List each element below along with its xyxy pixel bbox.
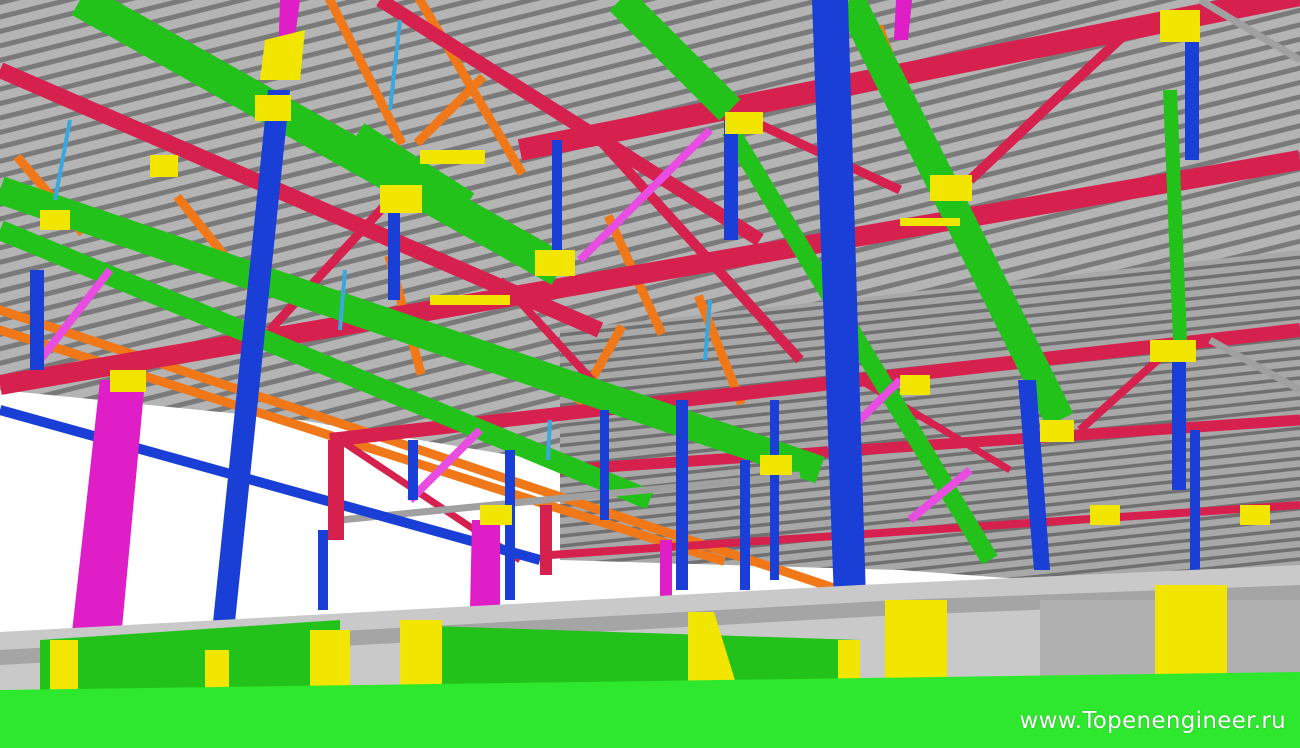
steel-structure-render: [0, 0, 1300, 748]
watermark-text: www.Topenengineer.ru: [1019, 708, 1286, 734]
